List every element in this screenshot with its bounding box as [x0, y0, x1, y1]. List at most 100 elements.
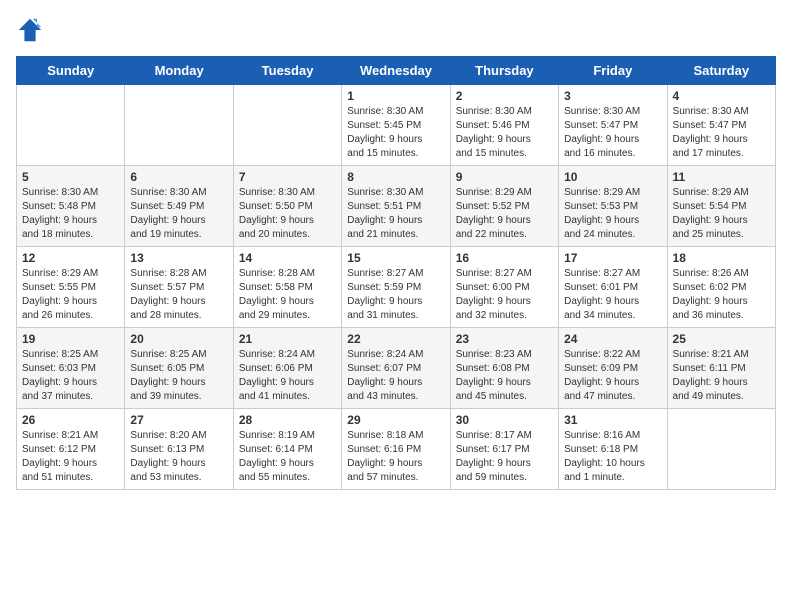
day-number: 25	[673, 332, 770, 346]
cell-content: Sunrise: 8:29 AM Sunset: 5:54 PM Dayligh…	[673, 186, 770, 242]
cell-content: Sunrise: 8:27 AM Sunset: 6:01 PM Dayligh…	[564, 267, 661, 323]
day-number: 30	[456, 413, 553, 427]
calendar-cell: 13 Sunrise: 8:28 AM Sunset: 5:57 PM Dayli…	[125, 247, 233, 328]
cell-content: Sunrise: 8:30 AM Sunset: 5:49 PM Dayligh…	[130, 186, 227, 242]
weekday-wednesday: Wednesday	[342, 57, 450, 85]
calendar-cell: 8 Sunrise: 8:30 AM Sunset: 5:51 PM Daylig…	[342, 166, 450, 247]
day-number: 10	[564, 170, 661, 184]
calendar-table: SundayMondayTuesdayWednesdayThursdayFrid…	[16, 56, 776, 490]
day-number: 16	[456, 251, 553, 265]
calendar-cell: 7 Sunrise: 8:30 AM Sunset: 5:50 PM Daylig…	[233, 166, 341, 247]
calendar-cell: 30 Sunrise: 8:17 AM Sunset: 6:17 PM Dayli…	[450, 409, 558, 490]
weekday-tuesday: Tuesday	[233, 57, 341, 85]
day-number: 29	[347, 413, 444, 427]
calendar-cell: 5 Sunrise: 8:30 AM Sunset: 5:48 PM Daylig…	[17, 166, 125, 247]
day-number: 18	[673, 251, 770, 265]
day-number: 15	[347, 251, 444, 265]
cell-content: Sunrise: 8:30 AM Sunset: 5:46 PM Dayligh…	[456, 105, 553, 161]
day-number: 21	[239, 332, 336, 346]
cell-content: Sunrise: 8:27 AM Sunset: 5:59 PM Dayligh…	[347, 267, 444, 323]
day-number: 11	[673, 170, 770, 184]
weekday-header-row: SundayMondayTuesdayWednesdayThursdayFrid…	[17, 57, 776, 85]
calendar-cell: 1 Sunrise: 8:30 AM Sunset: 5:45 PM Daylig…	[342, 85, 450, 166]
calendar-cell: 24 Sunrise: 8:22 AM Sunset: 6:09 PM Dayli…	[559, 328, 667, 409]
calendar-cell: 28 Sunrise: 8:19 AM Sunset: 6:14 PM Dayli…	[233, 409, 341, 490]
cell-content: Sunrise: 8:30 AM Sunset: 5:45 PM Dayligh…	[347, 105, 444, 161]
day-number: 23	[456, 332, 553, 346]
week-row-2: 12 Sunrise: 8:29 AM Sunset: 5:55 PM Dayli…	[17, 247, 776, 328]
day-number: 31	[564, 413, 661, 427]
day-number: 22	[347, 332, 444, 346]
calendar-cell: 11 Sunrise: 8:29 AM Sunset: 5:54 PM Dayli…	[667, 166, 775, 247]
header	[16, 16, 776, 44]
day-number: 26	[22, 413, 119, 427]
page: SundayMondayTuesdayWednesdayThursdayFrid…	[0, 0, 792, 612]
calendar-cell: 19 Sunrise: 8:25 AM Sunset: 6:03 PM Dayli…	[17, 328, 125, 409]
cell-content: Sunrise: 8:30 AM Sunset: 5:51 PM Dayligh…	[347, 186, 444, 242]
calendar-cell: 3Sunrise: 8:30 AM Sunset: 5:47 PM Daylig…	[559, 85, 667, 166]
calendar-cell: 6 Sunrise: 8:30 AM Sunset: 5:49 PM Daylig…	[125, 166, 233, 247]
logo-icon	[16, 16, 44, 44]
calendar-cell: 18Sunrise: 8:26 AM Sunset: 6:02 PM Dayli…	[667, 247, 775, 328]
cell-content: Sunrise: 8:18 AM Sunset: 6:16 PM Dayligh…	[347, 429, 444, 485]
cell-content: Sunrise: 8:19 AM Sunset: 6:14 PM Dayligh…	[239, 429, 336, 485]
day-number: 13	[130, 251, 227, 265]
calendar-cell: 16 Sunrise: 8:27 AM Sunset: 6:00 PM Dayli…	[450, 247, 558, 328]
day-number: 7	[239, 170, 336, 184]
cell-content: Sunrise: 8:25 AM Sunset: 6:03 PM Dayligh…	[22, 348, 119, 404]
day-number: 1	[347, 89, 444, 103]
day-number: 19	[22, 332, 119, 346]
cell-content: Sunrise: 8:16 AM Sunset: 6:18 PM Dayligh…	[564, 429, 661, 485]
week-row-4: 26 Sunrise: 8:21 AM Sunset: 6:12 PM Dayli…	[17, 409, 776, 490]
week-row-3: 19 Sunrise: 8:25 AM Sunset: 6:03 PM Dayli…	[17, 328, 776, 409]
cell-content: Sunrise: 8:29 AM Sunset: 5:52 PM Dayligh…	[456, 186, 553, 242]
day-number: 12	[22, 251, 119, 265]
calendar-cell: 14Sunrise: 8:28 AM Sunset: 5:58 PM Dayli…	[233, 247, 341, 328]
weekday-thursday: Thursday	[450, 57, 558, 85]
calendar-cell: 2Sunrise: 8:30 AM Sunset: 5:46 PM Daylig…	[450, 85, 558, 166]
weekday-friday: Friday	[559, 57, 667, 85]
calendar-cell: 12 Sunrise: 8:29 AM Sunset: 5:55 PM Dayli…	[17, 247, 125, 328]
day-number: 17	[564, 251, 661, 265]
calendar-cell: 17 Sunrise: 8:27 AM Sunset: 6:01 PM Dayli…	[559, 247, 667, 328]
day-number: 24	[564, 332, 661, 346]
cell-content: Sunrise: 8:17 AM Sunset: 6:17 PM Dayligh…	[456, 429, 553, 485]
cell-content: Sunrise: 8:30 AM Sunset: 5:48 PM Dayligh…	[22, 186, 119, 242]
cell-content: Sunrise: 8:29 AM Sunset: 5:53 PM Dayligh…	[564, 186, 661, 242]
calendar-cell	[17, 85, 125, 166]
day-number: 5	[22, 170, 119, 184]
cell-content: Sunrise: 8:30 AM Sunset: 5:50 PM Dayligh…	[239, 186, 336, 242]
weekday-sunday: Sunday	[17, 57, 125, 85]
day-number: 28	[239, 413, 336, 427]
calendar-cell: 25 Sunrise: 8:21 AM Sunset: 6:11 PM Dayli…	[667, 328, 775, 409]
calendar-cell: 23Sunrise: 8:23 AM Sunset: 6:08 PM Dayli…	[450, 328, 558, 409]
day-number: 6	[130, 170, 227, 184]
calendar-cell: 20Sunrise: 8:25 AM Sunset: 6:05 PM Dayli…	[125, 328, 233, 409]
cell-content: Sunrise: 8:24 AM Sunset: 6:07 PM Dayligh…	[347, 348, 444, 404]
calendar-cell	[667, 409, 775, 490]
day-number: 27	[130, 413, 227, 427]
day-number: 9	[456, 170, 553, 184]
calendar-cell	[125, 85, 233, 166]
cell-content: Sunrise: 8:27 AM Sunset: 6:00 PM Dayligh…	[456, 267, 553, 323]
cell-content: Sunrise: 8:22 AM Sunset: 6:09 PM Dayligh…	[564, 348, 661, 404]
week-row-1: 5 Sunrise: 8:30 AM Sunset: 5:48 PM Daylig…	[17, 166, 776, 247]
day-number: 8	[347, 170, 444, 184]
calendar-cell: 21 Sunrise: 8:24 AM Sunset: 6:06 PM Dayli…	[233, 328, 341, 409]
day-number: 20	[130, 332, 227, 346]
cell-content: Sunrise: 8:28 AM Sunset: 5:57 PM Dayligh…	[130, 267, 227, 323]
calendar-cell: 27Sunrise: 8:20 AM Sunset: 6:13 PM Dayli…	[125, 409, 233, 490]
calendar-cell: 22 Sunrise: 8:24 AM Sunset: 6:07 PM Dayli…	[342, 328, 450, 409]
logo	[16, 16, 48, 44]
calendar-cell: 31 Sunrise: 8:16 AM Sunset: 6:18 PM Dayli…	[559, 409, 667, 490]
cell-content: Sunrise: 8:24 AM Sunset: 6:06 PM Dayligh…	[239, 348, 336, 404]
day-number: 4	[673, 89, 770, 103]
calendar-cell: 4 Sunrise: 8:30 AM Sunset: 5:47 PM Daylig…	[667, 85, 775, 166]
cell-content: Sunrise: 8:21 AM Sunset: 6:11 PM Dayligh…	[673, 348, 770, 404]
weekday-monday: Monday	[125, 57, 233, 85]
cell-content: Sunrise: 8:30 AM Sunset: 5:47 PM Dayligh…	[673, 105, 770, 161]
calendar-cell: 26 Sunrise: 8:21 AM Sunset: 6:12 PM Dayli…	[17, 409, 125, 490]
cell-content: Sunrise: 8:21 AM Sunset: 6:12 PM Dayligh…	[22, 429, 119, 485]
calendar-cell: 9 Sunrise: 8:29 AM Sunset: 5:52 PM Daylig…	[450, 166, 558, 247]
cell-content: Sunrise: 8:29 AM Sunset: 5:55 PM Dayligh…	[22, 267, 119, 323]
